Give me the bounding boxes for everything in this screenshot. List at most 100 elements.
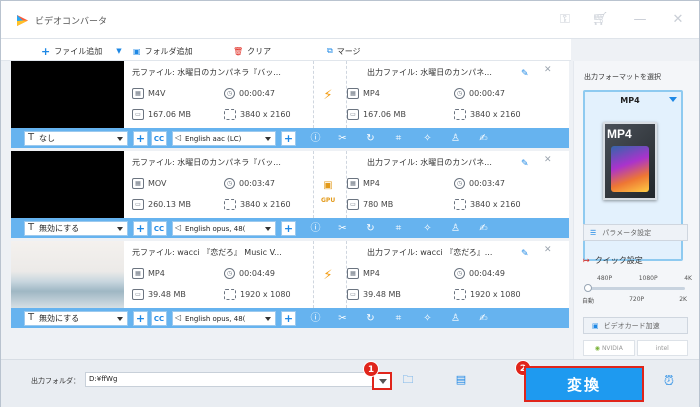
crop-icon[interactable]: ⌗: [392, 312, 405, 325]
subtitle-value: 無効にする: [39, 314, 80, 323]
output-size: ▭ 39.48 MB: [347, 289, 401, 300]
chevron-down-icon: [265, 227, 271, 231]
film-icon: ▦: [347, 268, 359, 279]
merge-button[interactable]: ⧉ マージ: [327, 44, 361, 58]
tick-label: 2K: [679, 296, 687, 303]
output-resolution: 1920 x 1080: [454, 289, 521, 300]
clock-icon: ◷: [224, 88, 235, 99]
info-icon[interactable]: ⓘ: [309, 222, 322, 235]
audio-value: English opus, 48(: [185, 224, 246, 233]
parameter-settings-button[interactable]: ☰ パラメータ設定: [583, 224, 688, 241]
cc-button[interactable]: CC: [151, 221, 167, 236]
remove-file-icon[interactable]: ✕: [544, 155, 552, 165]
film-icon: ▦: [132, 178, 144, 189]
chevron-down-icon: [117, 227, 123, 231]
output-format: ▦ MP4: [347, 88, 380, 99]
control-bar: T 無効にする + CC ◁ English opus, 48( + ⓘ ✂ ↻ ⌗…: [11, 308, 569, 328]
cart-icon[interactable]: 🛒︎: [591, 11, 609, 29]
audio-select[interactable]: ◁ English opus, 48(: [172, 311, 276, 326]
effects-wand-icon[interactable]: ✧: [421, 132, 434, 145]
rotate-icon[interactable]: ↻: [364, 312, 377, 325]
key-icon[interactable]: ⚿: [556, 11, 574, 29]
audio-value: English opus, 48(: [185, 314, 246, 323]
add-file-button[interactable]: + ファイル追加 ▼: [41, 44, 122, 58]
file-size-icon: ▭: [347, 109, 359, 120]
output-resolution: 3840 x 2160: [454, 109, 521, 120]
source-duration: ◷ 00:03:47: [224, 178, 275, 189]
minimize-icon[interactable]: —: [631, 11, 649, 29]
remove-file-icon[interactable]: ✕: [544, 245, 552, 255]
watermark-icon[interactable]: ♙: [449, 222, 462, 235]
edit-name-icon[interactable]: ✎: [521, 159, 529, 169]
chevron-down-icon[interactable]: ▼: [116, 47, 121, 55]
video-thumbnail[interactable]: [11, 241, 124, 308]
convert-button[interactable]: 変換: [524, 366, 644, 402]
info-icon[interactable]: ⓘ: [309, 132, 322, 145]
add-audio-button[interactable]: +: [281, 131, 296, 146]
quality-ticks-top: 480P 1080P 4K: [597, 275, 692, 282]
cc-button[interactable]: CC: [151, 311, 167, 326]
text-icon: T: [28, 222, 35, 233]
video-thumbnail[interactable]: [11, 61, 124, 128]
subtitle-edit-icon[interactable]: ✍: [477, 222, 490, 235]
info-icon[interactable]: ⓘ: [309, 312, 322, 325]
output-duration: ◷ 00:03:47: [454, 178, 505, 189]
quality-slider-knob[interactable]: [584, 284, 592, 292]
add-folder-button[interactable]: ▣ フォルダ追加: [133, 44, 193, 58]
gpu-acceleration-button[interactable]: ▣ ビデオカード加速: [583, 317, 688, 334]
resolution-icon: [224, 109, 236, 120]
selected-format: MP4: [620, 96, 640, 105]
cc-button[interactable]: CC: [151, 131, 167, 146]
crop-icon[interactable]: ⌗: [392, 222, 405, 235]
audio-select[interactable]: ◁ English aac (LC): [172, 131, 276, 146]
add-subtitle-button[interactable]: +: [133, 131, 148, 146]
quality-slider[interactable]: [584, 284, 685, 292]
edit-name-icon[interactable]: ✎: [521, 69, 529, 79]
output-folder-icon[interactable]: ▤: [454, 374, 468, 386]
audio-select[interactable]: ◁ English opus, 48(: [172, 221, 276, 236]
tick-label: 480P: [597, 275, 613, 282]
add-subtitle-button[interactable]: +: [133, 221, 148, 236]
alarm-clock-icon[interactable]: ⏰︎: [661, 374, 677, 390]
subtitle-edit-icon[interactable]: ✍: [477, 312, 490, 325]
file-row-main: 元ファイル: 水曜日のカンパネラ『バッ... ▦ M4V ◷ 00:00:47 ▭ 1…: [11, 61, 569, 128]
output-folder-input[interactable]: D:¥ffWg: [85, 372, 377, 387]
crop-icon[interactable]: ⌗: [392, 132, 405, 145]
rotate-icon[interactable]: ↻: [364, 222, 377, 235]
subtitle-select[interactable]: T なし: [24, 131, 128, 146]
effects-wand-icon[interactable]: ✧: [421, 312, 434, 325]
close-window-icon[interactable]: ✕: [669, 11, 687, 29]
video-thumbnail[interactable]: [11, 151, 124, 218]
scissors-icon[interactable]: ✂: [336, 312, 349, 325]
subtitle-select[interactable]: T 無効にする: [24, 221, 128, 236]
add-audio-button[interactable]: +: [281, 221, 296, 236]
clear-button[interactable]: 🗑︎ クリア: [233, 44, 271, 58]
film-icon: ▦: [132, 268, 144, 279]
effects-wand-icon[interactable]: ✧: [421, 222, 434, 235]
subtitle-select[interactable]: T 無効にする: [24, 311, 128, 326]
quick-settings-title: ↦ クイック設定: [583, 255, 643, 266]
edit-name-icon[interactable]: ✎: [521, 249, 529, 259]
file-size-icon: ▭: [132, 109, 144, 120]
watermark-icon[interactable]: ♙: [449, 132, 462, 145]
output-format: ▦ MP4: [347, 268, 380, 279]
bottom-bar: 出力フォルダ： D:¥ffWg 1 🗀︎ ▤ 2 変換 ⏰︎: [1, 359, 699, 407]
output-size-value: 39.48 MB: [363, 290, 401, 299]
file-row: 元ファイル: wacci 『恋だろ』 Music V... ▦ MP4 ◷ 00:0…: [11, 241, 569, 331]
source-title: 元ファイル: 水曜日のカンパネラ『バッ...: [132, 68, 281, 77]
rotate-icon[interactable]: ↻: [364, 132, 377, 145]
control-bar: T 無効にする + CC ◁ English opus, 48( + ⓘ ✂ ↻ ⌗…: [11, 218, 569, 238]
add-audio-button[interactable]: +: [281, 311, 296, 326]
source-resolution: 3840 x 2160: [224, 199, 291, 210]
output-resolution-value: 3840 x 2160: [470, 110, 521, 119]
watermark-icon[interactable]: ♙: [449, 312, 462, 325]
subtitle-edit-icon[interactable]: ✍: [477, 132, 490, 145]
output-format-label: 出力フォーマットを選択: [584, 73, 661, 81]
add-subtitle-button[interactable]: +: [133, 311, 148, 326]
scissors-icon[interactable]: ✂: [336, 222, 349, 235]
file-row: 元ファイル: 水曜日のカンパネラ『バッ... ▦ M4V ◷ 00:00:47 ▭ 1…: [11, 61, 569, 151]
remove-file-icon[interactable]: ✕: [544, 65, 552, 75]
open-folder-icon[interactable]: 🗀︎: [401, 374, 415, 386]
chevron-down-icon: [117, 317, 123, 321]
scissors-icon[interactable]: ✂: [336, 132, 349, 145]
